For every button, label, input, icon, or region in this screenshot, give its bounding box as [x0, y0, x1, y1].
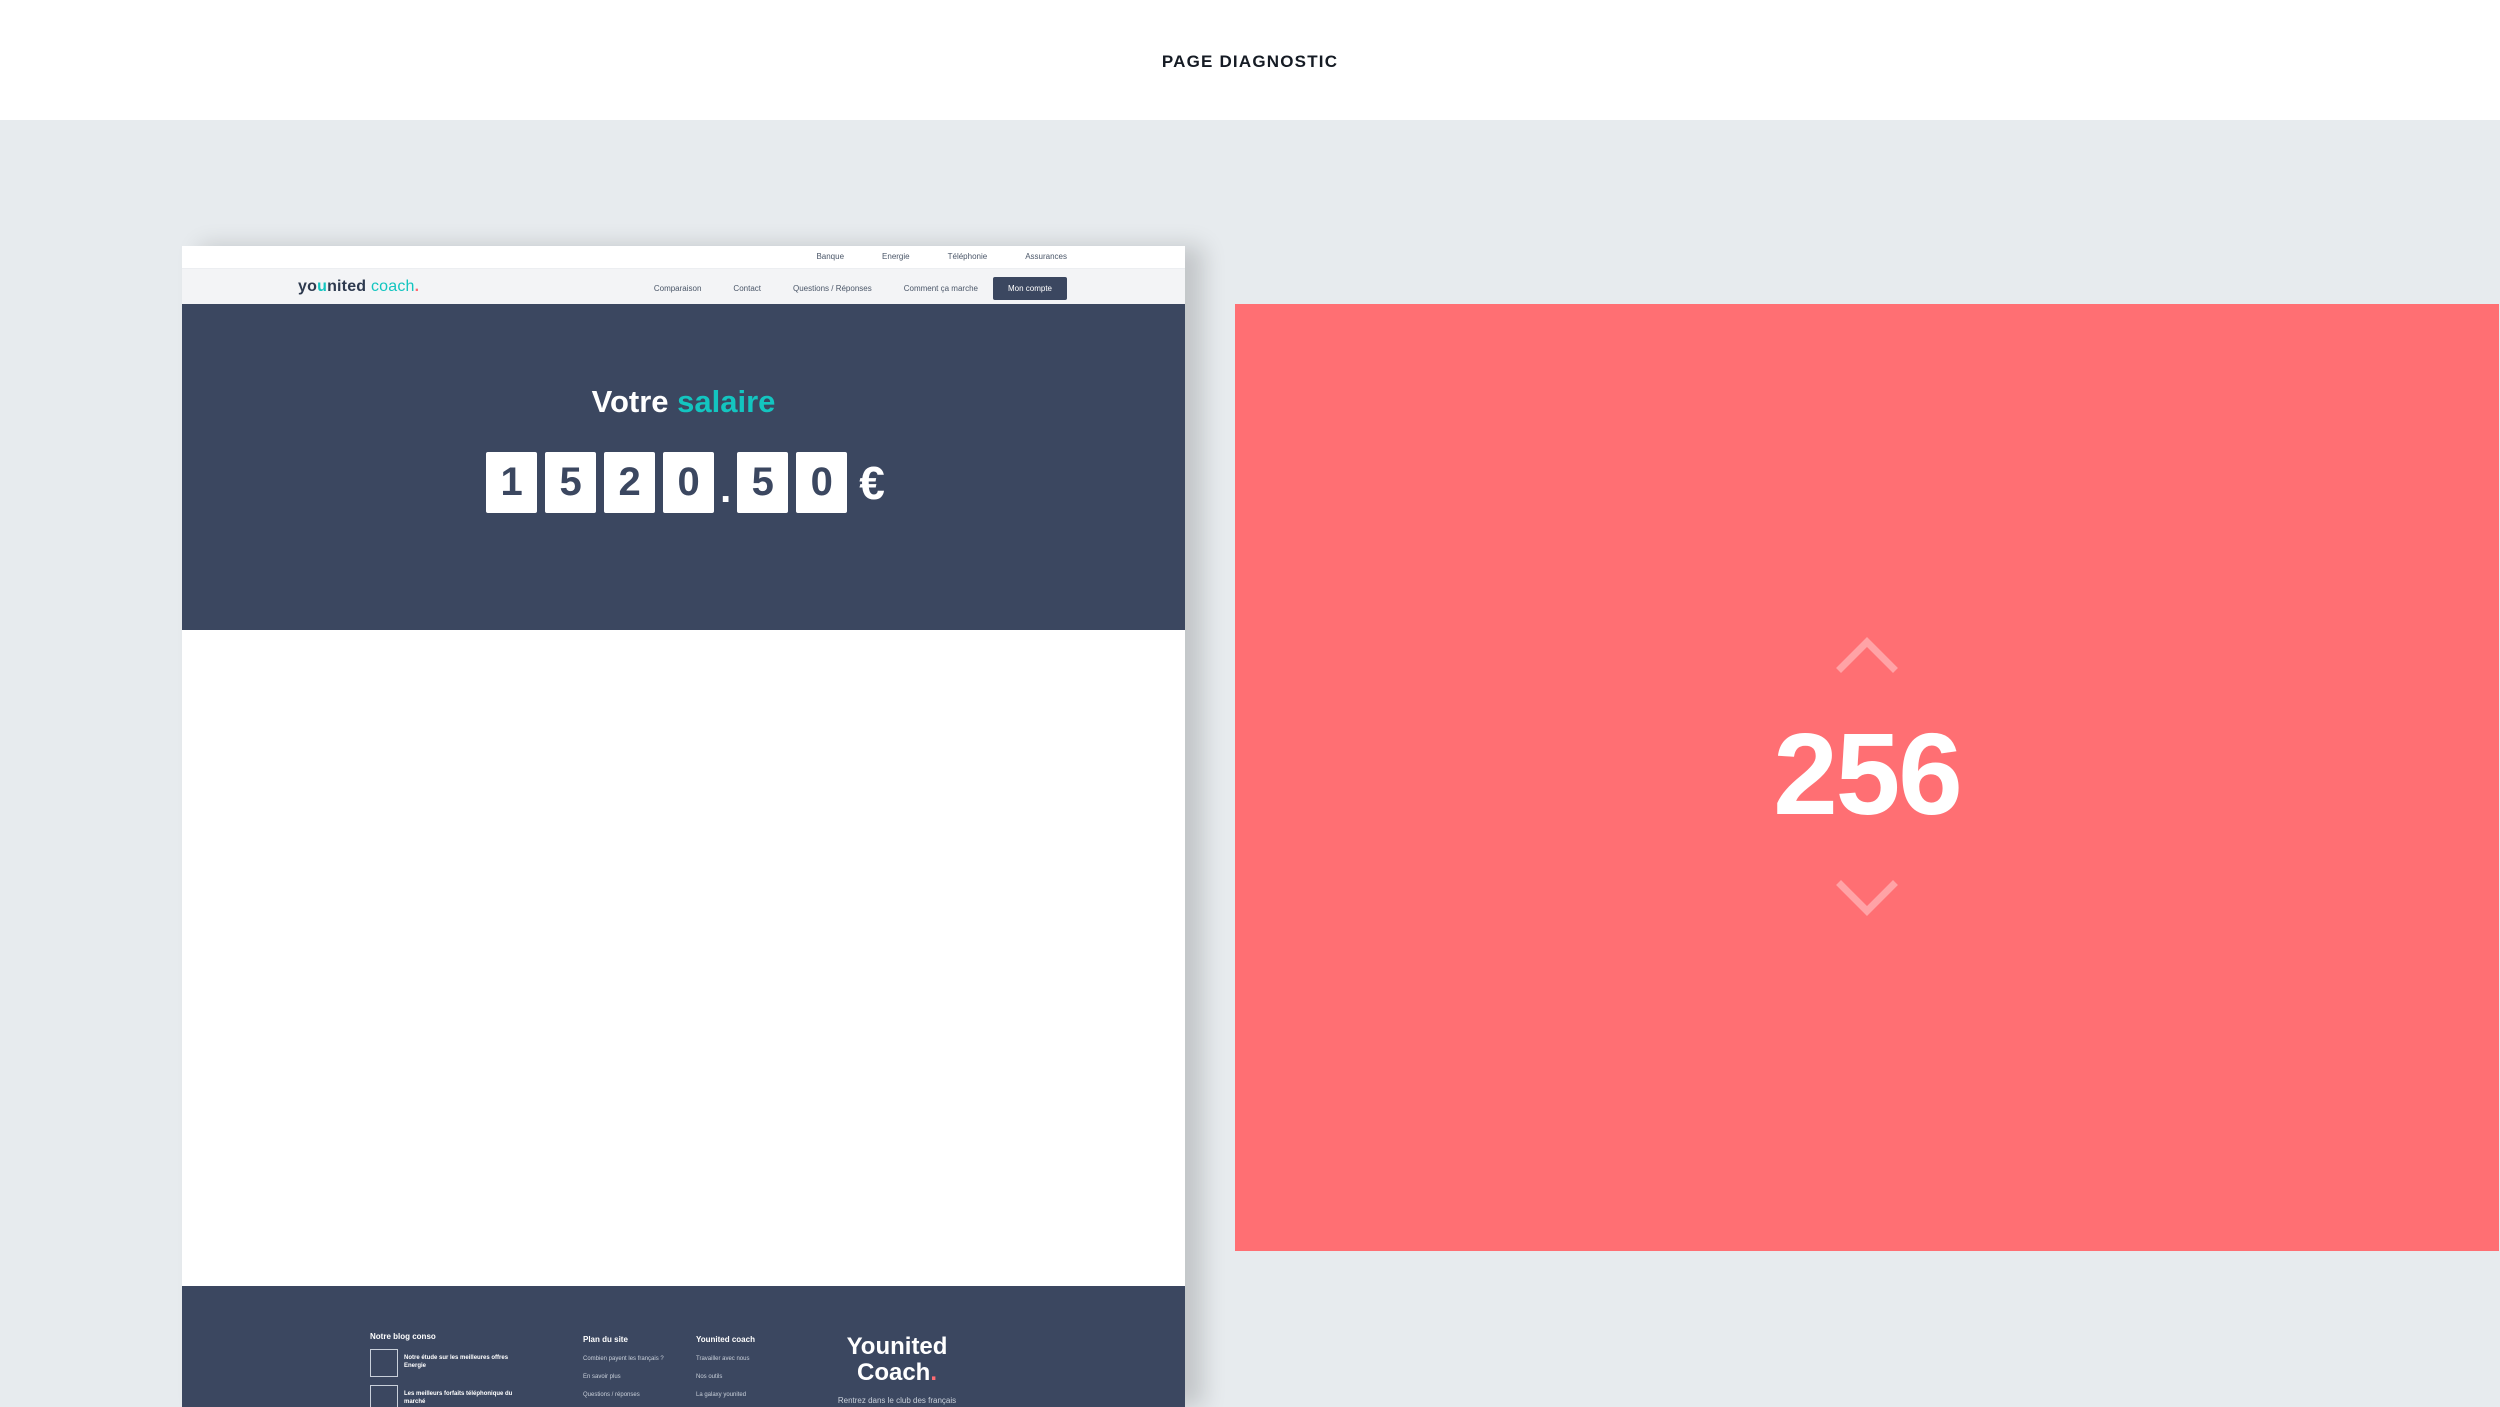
website-mockup: Banque Energie Téléphonie Assurances you… — [182, 246, 1185, 1407]
salary-digit: 1 — [486, 452, 538, 513]
currency-symbol: € — [859, 456, 885, 509]
footer-younited: Younited coach Travailler avec nous Nos … — [696, 1335, 755, 1398]
salary-digit: 0 — [796, 452, 848, 513]
blog-thumbnail — [370, 1349, 398, 1377]
footer-link[interactable]: La galaxy younited — [696, 1392, 755, 1398]
salary-digit: 5 — [737, 452, 789, 513]
account-button[interactable]: Mon compte — [992, 277, 1067, 300]
logo[interactable]: younited coach. — [298, 278, 419, 296]
footer-brand-line1: Younited — [846, 1333, 948, 1360]
blog-item-title: Les meilleurs forfaits téléphonique du m… — [404, 1391, 513, 1405]
blog-item[interactable]: Notre étude sur les meilleures offres En… — [370, 1349, 514, 1377]
main-nav: younited coach. Comparaison Contact Ques… — [182, 268, 1185, 306]
salary-digit: 0 — [663, 452, 715, 513]
counter-panel: 256 — [1235, 304, 2499, 1251]
page-title: PAGE DIAGNOSTIC — [1161, 52, 1339, 71]
chevron-down-icon[interactable] — [1835, 879, 1899, 919]
footer-blog-heading: Notre blog conso — [370, 1332, 436, 1341]
footer: Notre blog conso Notre étude sur les mei… — [182, 1286, 1185, 1407]
logo-text-coach: coach — [370, 278, 415, 295]
nav-comment-ca-marche[interactable]: Comment ça marche — [904, 284, 978, 293]
blog-item[interactable]: Les meilleurs forfaits téléphonique du m… — [370, 1385, 514, 1407]
footer-link[interactable]: Nos outils — [696, 1374, 755, 1380]
footer-link[interactable]: En savoir plus — [583, 1374, 664, 1380]
hero-section: Votre salaire 1 5 2 0 . 5 0 € — [182, 304, 1185, 630]
footer-plan: Plan du site Combien payent les français… — [583, 1335, 664, 1398]
footer-plan-heading: Plan du site — [583, 1335, 628, 1344]
footer-link[interactable]: Questions / réponses — [583, 1392, 664, 1398]
salary-counter: 1 5 2 0 . 5 0 € — [182, 452, 1185, 513]
decimal-point: . — [720, 467, 732, 511]
util-link-assurances[interactable]: Assurances — [1025, 252, 1067, 261]
chevron-up-icon[interactable] — [1835, 634, 1899, 674]
blog-thumbnail — [370, 1385, 398, 1407]
nav-contact[interactable]: Contact — [733, 284, 761, 293]
util-link-banque[interactable]: Banque — [816, 252, 844, 261]
nav-questions[interactable]: Questions / Réponses — [793, 284, 872, 293]
blog-item-title: Notre étude sur les meilleures offres En… — [404, 1355, 509, 1369]
nav-comparaison[interactable]: Comparaison — [654, 284, 702, 293]
logo-dot: . — [414, 278, 420, 295]
salary-digit: 2 — [604, 452, 656, 513]
counter-value: 256 — [1773, 709, 1963, 839]
util-link-telephonie[interactable]: Téléphonie — [948, 252, 988, 261]
logo-text-nited: nited — [327, 278, 367, 295]
logo-text-u: u — [317, 278, 328, 295]
hero-title-plain: Votre — [591, 384, 678, 419]
footer-brand-line2: Coach — [856, 1359, 931, 1387]
util-link-energie[interactable]: Energie — [882, 252, 910, 261]
footer-link[interactable]: Travailler avec nous — [696, 1356, 755, 1362]
hero-title-accent: salaire — [677, 384, 776, 419]
logo-text-yo: yo — [298, 278, 318, 295]
hero-title: Votre salaire — [182, 384, 1185, 420]
footer-link[interactable]: Combien payent les français ? — [583, 1356, 664, 1362]
footer-younited-heading: Younited coach — [696, 1335, 755, 1344]
footer-brand: Younited Coach. — [812, 1333, 982, 1387]
footer-blog: Notre blog conso Notre étude sur les mei… — [370, 1332, 514, 1407]
utility-nav: Banque Energie Téléphonie Assurances — [182, 246, 1185, 268]
footer-brand-dot: . — [930, 1359, 938, 1387]
salary-digit: 5 — [545, 452, 597, 513]
footer-tagline: Rentrez dans le club des français — [837, 1396, 957, 1405]
